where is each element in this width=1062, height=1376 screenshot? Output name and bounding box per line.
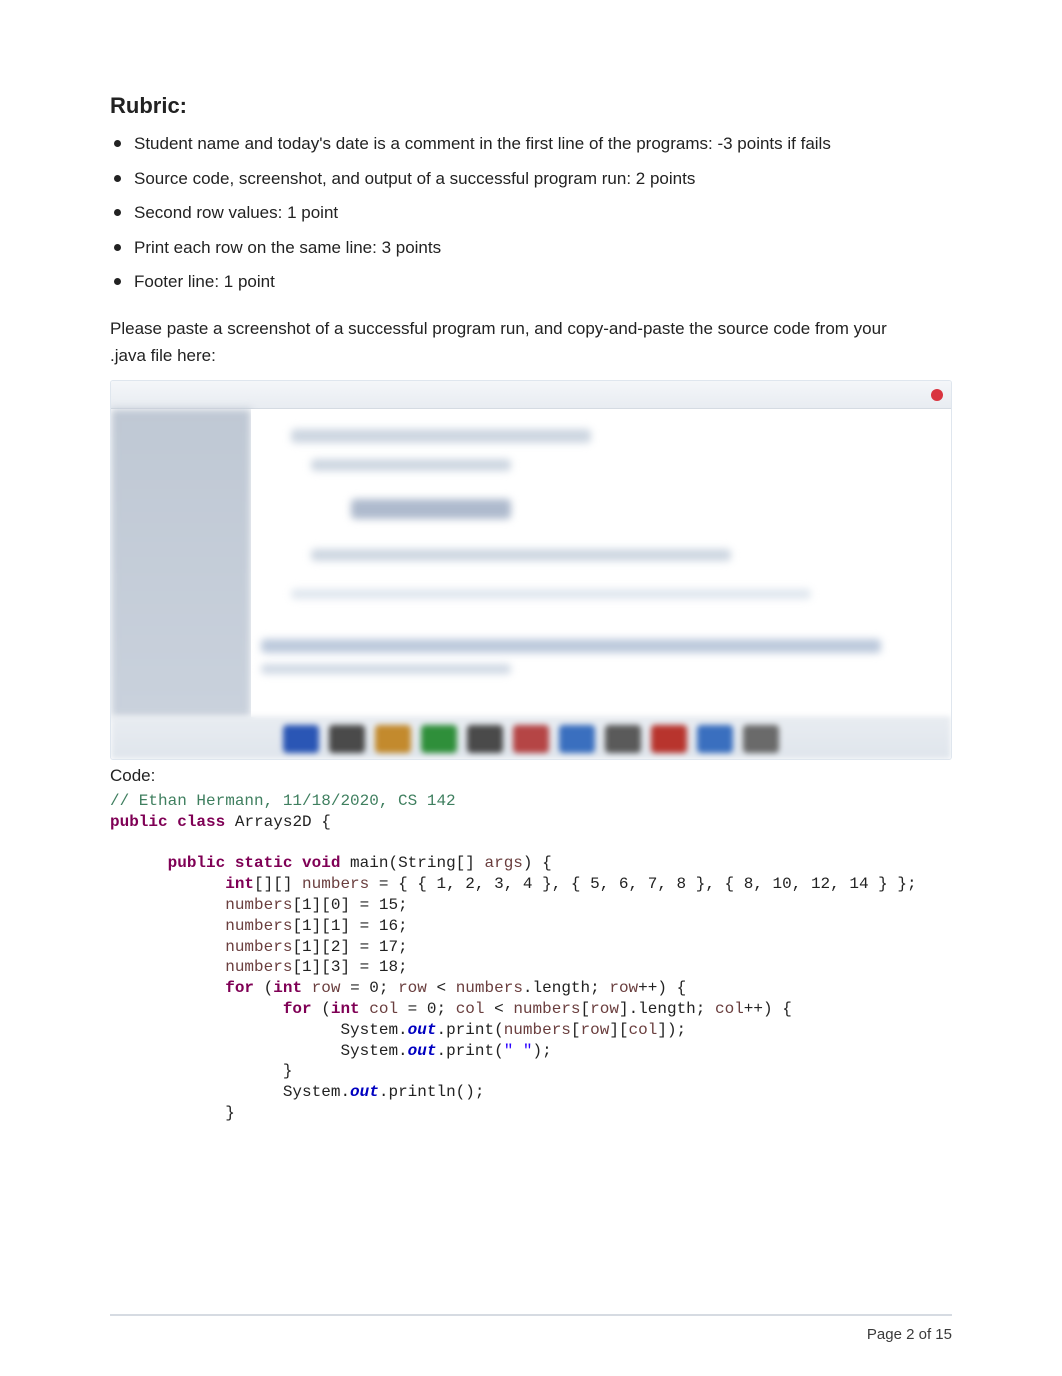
- brace-close: }: [225, 1104, 235, 1122]
- instruction-line-2: .java file here:: [110, 344, 952, 369]
- class-name: Arrays2D {: [225, 813, 331, 831]
- print-d: ]);: [657, 1021, 686, 1039]
- var-numbers: numbers: [225, 938, 292, 956]
- rubric-item: Print each row on the same line: 3 point…: [114, 236, 952, 261]
- main-sig-end: ) {: [523, 854, 552, 872]
- var-col: col: [629, 1021, 658, 1039]
- br-a: [: [581, 1000, 591, 1018]
- var-numbers: numbers: [456, 979, 523, 997]
- page-footer: Page 2 of 15: [867, 1324, 952, 1346]
- sys: System.: [283, 1083, 350, 1101]
- var-numbers: numbers: [225, 896, 292, 914]
- var-row: row: [312, 979, 341, 997]
- decl-vals: = { { 1, 2, 3, 4 }, { 5, 6, 7, 8 }, { 8,…: [369, 875, 916, 893]
- main-sig: main(String[]: [340, 854, 484, 872]
- for-outer-c: <: [427, 979, 456, 997]
- for-inner-c: <: [485, 1000, 514, 1018]
- rubric-heading: Rubric:: [110, 90, 952, 122]
- var-row: row: [609, 979, 638, 997]
- field-out: out: [408, 1042, 437, 1060]
- for-inner-a: (: [312, 1000, 331, 1018]
- kw-public: public: [110, 813, 168, 831]
- print-c: ][: [609, 1021, 628, 1039]
- param-args: args: [484, 854, 522, 872]
- dot-length: .length: [523, 979, 590, 997]
- kw-int: int: [225, 875, 254, 893]
- br-b: ]: [619, 1000, 629, 1018]
- page-rule: [110, 1314, 952, 1316]
- assign-b: [1][1] = 16;: [292, 917, 407, 935]
- rubric-item: Source code, screenshot, and output of a…: [114, 167, 952, 192]
- println: .println();: [379, 1083, 485, 1101]
- brace-close: }: [283, 1062, 293, 1080]
- var-numbers: numbers: [513, 1000, 580, 1018]
- for-outer-e: ++) {: [638, 979, 686, 997]
- var-col: col: [456, 1000, 485, 1018]
- assign-d: [1][3] = 18;: [292, 958, 407, 976]
- var-numbers: numbers: [302, 875, 369, 893]
- print-space-a: .print(: [436, 1042, 503, 1060]
- var-row: row: [581, 1021, 610, 1039]
- for-inner-d: ;: [696, 1000, 715, 1018]
- kw-int: int: [273, 979, 302, 997]
- var-numbers: numbers: [504, 1021, 571, 1039]
- instruction-line-1: Please paste a screenshot of a successfu…: [110, 317, 952, 342]
- for-inner-e: ++) {: [744, 1000, 792, 1018]
- for-outer-d: ;: [590, 979, 609, 997]
- ide-screenshot-blurred: [110, 380, 952, 760]
- print-a: .print(: [436, 1021, 503, 1039]
- print-b: [: [571, 1021, 581, 1039]
- kw-for: for: [225, 979, 254, 997]
- var-numbers: numbers: [225, 917, 292, 935]
- var-row: row: [590, 1000, 619, 1018]
- source-code: // Ethan Hermann, 11/18/2020, CS 142 pub…: [110, 791, 952, 1124]
- kw-for: for: [283, 1000, 312, 1018]
- var-numbers: numbers: [225, 958, 292, 976]
- code-comment: // Ethan Hermann, 11/18/2020, CS 142: [110, 792, 456, 810]
- assign-a: [1][0] = 15;: [292, 896, 407, 914]
- rubric-list: Student name and today's date is a comme…: [110, 132, 952, 295]
- for-outer-a: (: [254, 979, 273, 997]
- var-col: col: [369, 1000, 398, 1018]
- field-out: out: [350, 1083, 379, 1101]
- str-space: " ": [504, 1042, 533, 1060]
- rubric-item: Student name and today's date is a comme…: [114, 132, 952, 157]
- rubric-item: Footer line: 1 point: [114, 270, 952, 295]
- sys: System.: [340, 1021, 407, 1039]
- for-inner-b: = 0;: [398, 1000, 456, 1018]
- kw-static: static: [235, 854, 293, 872]
- assign-c: [1][2] = 17;: [292, 938, 407, 956]
- print-space-b: );: [533, 1042, 552, 1060]
- kw-int: int: [331, 1000, 360, 1018]
- rubric-item: Second row values: 1 point: [114, 201, 952, 226]
- code-label: Code:: [110, 764, 952, 789]
- var-row: row: [398, 979, 427, 997]
- var-col: col: [715, 1000, 744, 1018]
- field-out: out: [408, 1021, 437, 1039]
- decl-mid: [][]: [254, 875, 302, 893]
- kw-class: class: [177, 813, 225, 831]
- kw-void: void: [302, 854, 340, 872]
- for-outer-b: = 0;: [340, 979, 398, 997]
- sys: System.: [340, 1042, 407, 1060]
- kw-public: public: [168, 854, 226, 872]
- dot-length: .length: [629, 1000, 696, 1018]
